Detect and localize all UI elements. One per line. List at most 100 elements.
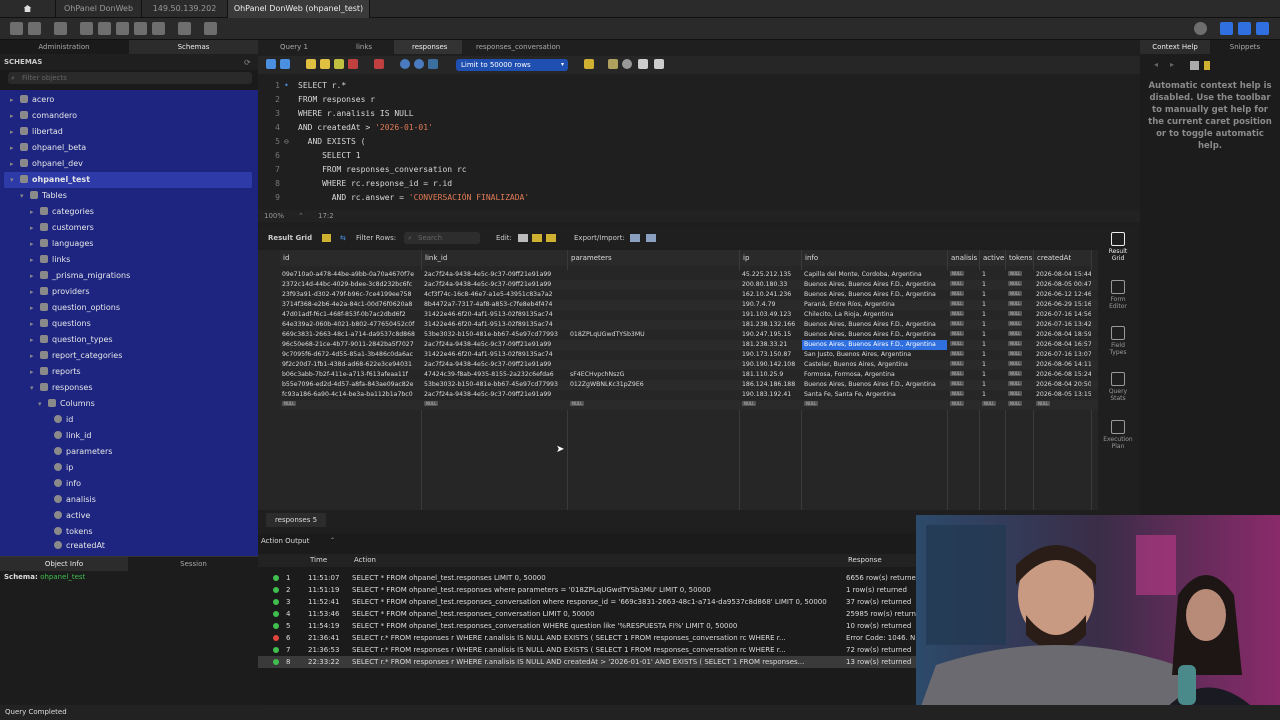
table-cell[interactable]: 1	[980, 330, 1005, 340]
table-cell[interactable]: 1	[980, 390, 1005, 400]
table-row[interactable]: 3714f368-e2b6-4e2a-84c1-00d76f0620a8 8b44…	[280, 300, 1098, 310]
table-question-options[interactable]: ▸ question_options	[30, 300, 120, 316]
table-cell[interactable]: 2ac7f24a-9438-4e5c-9c37-09ff21e91a99	[422, 280, 567, 290]
limit-rows-select[interactable]: Limit to 50000 rows ▾	[456, 59, 568, 71]
table-cell[interactable]: 2026-08-05 13:15	[1034, 390, 1091, 400]
result-grid[interactable]: id link_id parameters ip info analisis active t…	[258, 250, 1098, 510]
table-cell[interactable]: NULL	[948, 360, 979, 370]
chevron-updown-icon[interactable]: ⌃	[330, 537, 335, 544]
output-row[interactable]: 3 11:52:41 SELECT * FROM ohpanel_test.resp…	[258, 596, 918, 608]
reconnect-icon[interactable]	[204, 22, 217, 35]
sql-code[interactable]: 1 • SELECT r.* 2 FROM responses r 3 WHERE r.…	[258, 76, 1140, 210]
table-cell[interactable]: NULL	[1006, 370, 1033, 380]
output-row[interactable]: 2 11:51:19 SELECT * FROM ohpanel_test.resp…	[258, 584, 918, 596]
table-cell[interactable]: 2026-06-29 15:16	[1034, 300, 1091, 310]
table-cell[interactable]: Paraná, Entre Ríos, Argentina	[802, 300, 947, 310]
table-responses[interactable]: ▾ responses	[30, 380, 93, 396]
table-cell[interactable]: NULL	[1006, 280, 1033, 290]
result-grid-side-button[interactable]: Result Grid	[1102, 232, 1134, 262]
zoom-stepper-icon[interactable]: ⌃	[298, 210, 304, 222]
output-row[interactable]: 7 21:36:53 SELECT r.* FROM responses r WHE…	[258, 644, 918, 656]
forward-icon[interactable]: ▸	[1170, 60, 1174, 69]
refresh-icon[interactable]: ⟳	[244, 58, 251, 67]
favorite-icon[interactable]	[584, 59, 594, 69]
settings-gear-icon[interactable]	[1194, 22, 1207, 35]
connection-tab-2[interactable]: 149.50.139.202	[142, 0, 228, 18]
create-view-icon[interactable]	[116, 22, 129, 35]
explain-icon[interactable]	[334, 59, 344, 69]
table-cell[interactable]	[568, 340, 739, 350]
table-questions[interactable]: ▸ questions	[30, 316, 91, 332]
table-cell[interactable]: fc93a186-6a90-4c14-be3a-ba112b1a7bc0	[280, 390, 421, 400]
column-header[interactable]: tokens	[1006, 250, 1034, 266]
table-cell[interactable]: 190.7.4.79	[740, 300, 801, 310]
table-cell[interactable]: 53be3032-b150-481e-bb67-45e97cd77993	[422, 330, 567, 340]
table-cell[interactable]: 190.183.192.41	[740, 390, 801, 400]
filter-refresh-icon[interactable]: ⇆	[340, 228, 346, 248]
column-header[interactable]: info	[802, 250, 948, 266]
column-id[interactable]: id	[54, 412, 73, 428]
rollback-icon[interactable]	[414, 59, 424, 69]
tab-session[interactable]: Session	[129, 557, 258, 571]
table-cell[interactable]: NULL	[740, 400, 801, 410]
table-cell[interactable]: NULL	[948, 350, 979, 360]
table-cell[interactable]: 2026-08-04 18:59	[1034, 330, 1091, 340]
back-icon[interactable]: ◂	[1154, 60, 1158, 69]
table-cell[interactable]	[568, 280, 739, 290]
table-cell[interactable]: Buenos Aires, Buenos Aires F.D., Argenti…	[802, 280, 947, 290]
table-cell[interactable]: 64e339a2-060b-4021-b802-477650452c0f	[280, 320, 421, 330]
table-row[interactable]: 669c3831-2663-48c1-a714-da9537c8d868 53be…	[280, 330, 1098, 340]
execute-current-icon[interactable]	[320, 59, 330, 69]
table-row[interactable]: 9c7095f6-d672-4d55-85a1-3b486c0da6ac 3142…	[280, 350, 1098, 360]
table-cell[interactable]: 23f93a91-d302-479f-b96c-7ce4199ee758	[280, 290, 421, 300]
find-icon[interactable]	[622, 59, 632, 69]
table-cell[interactable]: 200.80.180.33	[740, 280, 801, 290]
table-languages[interactable]: ▸ languages	[30, 236, 93, 252]
grid-icon[interactable]	[322, 234, 331, 242]
column-header[interactable]: ip	[740, 250, 802, 266]
table-providers[interactable]: ▸ providers	[30, 284, 90, 300]
column-header[interactable]: parameters	[568, 250, 740, 266]
table-cell[interactable]: 1	[980, 340, 1005, 350]
table-cell[interactable]: b55e7096-ed2d-4d57-a8fa-843ae09ac82e	[280, 380, 421, 390]
table-cell[interactable]: 018ZPLqUGwdTYSb3MU	[568, 330, 739, 340]
column-header[interactable]: active	[980, 250, 1006, 266]
tab-snippets[interactable]: Snippets	[1210, 40, 1280, 54]
tab-responses-conversation[interactable]: responses_conversation	[458, 40, 568, 54]
table-cell[interactable]: 012ZgWBNLKc31pZ9E6	[568, 380, 739, 390]
table-reports[interactable]: ▸ reports	[30, 364, 81, 380]
table-row[interactable]: 47d01adf-f6c1-468f-853f-0b7ac2dbd6f2 3142…	[280, 310, 1098, 320]
output-row[interactable]: 6 21:36:41 SELECT r.* FROM responses r WHE…	[258, 632, 918, 644]
table-cell[interactable]: NULL	[1006, 360, 1033, 370]
stop-on-error-icon[interactable]	[374, 59, 384, 69]
table-cell[interactable]: 1	[980, 310, 1005, 320]
schema-ohpanel-dev[interactable]: ▸ ohpanel_dev	[10, 156, 83, 172]
create-table-icon[interactable]	[98, 22, 111, 35]
output-row[interactable]: 8 22:33:22 SELECT r.* FROM responses r WHE…	[258, 656, 918, 668]
column-header[interactable]: id	[280, 250, 422, 266]
column-analisis[interactable]: analisis	[54, 492, 96, 508]
save-file-icon[interactable]	[280, 59, 290, 69]
schema-comandero[interactable]: ▸ comandero	[10, 108, 77, 124]
filter-rows-input[interactable]: ⌕ Search	[404, 232, 480, 244]
table-question-types[interactable]: ▸ question_types	[30, 332, 113, 348]
table-cell[interactable]: 1	[980, 370, 1005, 380]
table-cell[interactable]: 2026-08-04 16:57	[1034, 340, 1091, 350]
table-row[interactable]: 23f93a91-d302-479f-b96c-7ce4199ee758 4cf3…	[280, 290, 1098, 300]
execution-plan-side-button[interactable]: Execution Plan	[1102, 420, 1134, 450]
table-row[interactable]: b06c3abb-7b2f-411e-a713-f613afeaa11f 4742…	[280, 370, 1098, 380]
toggle-output-icon[interactable]	[1238, 22, 1251, 35]
table-cell[interactable]: Capilla del Monte, Cordoba, Argentina	[802, 270, 947, 280]
table-cell[interactable]: 190.190.142.108	[740, 360, 801, 370]
table-cell[interactable]: Buenos Aires, Buenos Aires F.D., Argenti…	[802, 320, 947, 330]
table-cell[interactable]	[568, 320, 739, 330]
zoom-level[interactable]: 100%	[264, 210, 284, 222]
table-cell[interactable]: Castelar, Buenos Aires, Argentina	[802, 360, 947, 370]
table-cell[interactable]: 2ac7f24a-9438-4e5c-9c37-09ff21e91a99	[422, 270, 567, 280]
column-header[interactable]: createdAt	[1034, 250, 1092, 266]
export-icon[interactable]	[630, 234, 640, 242]
tab-links[interactable]: links	[338, 40, 398, 54]
table-cell[interactable]: 2026-06-12 12:46	[1034, 290, 1091, 300]
schema-ohpanel-test[interactable]: ▾ ohpanel_test	[4, 172, 252, 188]
autocommit-icon[interactable]	[428, 59, 438, 69]
